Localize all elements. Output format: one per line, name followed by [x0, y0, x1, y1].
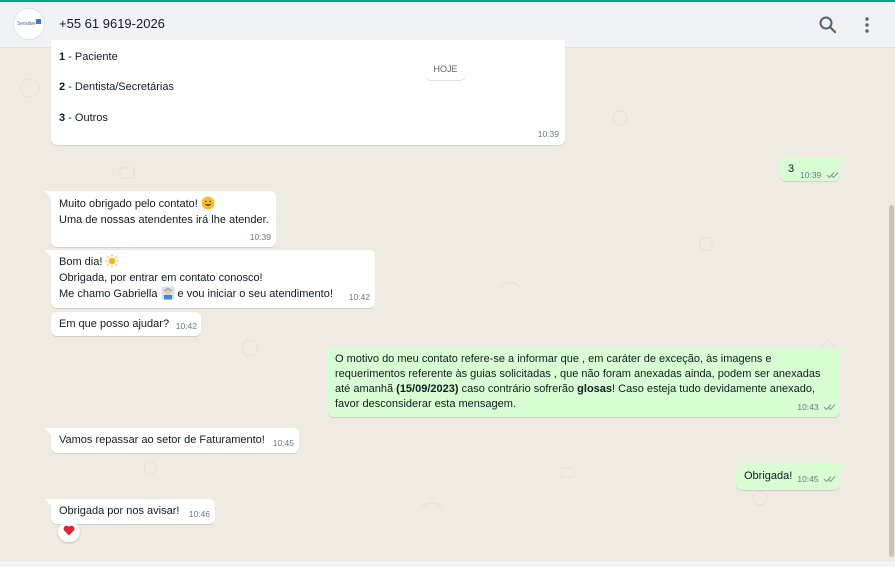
message-time: 10:45: [272, 438, 294, 448]
message-bubble-outgoing[interactable]: O motivo do meu contato refere-se a info…: [328, 347, 846, 417]
message-text: Obrigada por nos avisar!: [59, 505, 180, 517]
read-receipt-icon: [823, 404, 836, 411]
message-bubble-incoming[interactable]: Obrigada por nos avisar! 10:46: [45, 499, 215, 524]
message-reaction[interactable]: [58, 522, 80, 542]
message-time: 10:42: [175, 321, 197, 331]
message-text: Bom dia!: [59, 254, 119, 270]
message-text: Uma de nossas atendentes irá lhe atender…: [59, 214, 269, 226]
message-bubble-incoming[interactable]: Bom dia! Obrigada, por entrar em contato…: [45, 250, 375, 308]
message-time: 10:43: [797, 399, 836, 415]
message-text: Me chamo Gabriella e vou iniciar o seu a…: [59, 286, 333, 300]
message-text: Muito obrigado pelo contato!: [59, 196, 215, 212]
message-text: favor desconsiderar esta mensagem.: [335, 398, 516, 410]
message-bubble-outgoing[interactable]: 3 10:39: [780, 157, 846, 183]
search-icon[interactable]: [817, 14, 839, 36]
avatar-logo-mark: [36, 19, 41, 24]
message-time: 10:39: [537, 129, 559, 139]
message-text: Em que posso ajudar?: [59, 318, 170, 330]
avatar[interactable]: Sensitive: [13, 8, 45, 40]
message-text: 3: [788, 163, 795, 175]
menu-option-2: 2 - Dentista/Secretárias: [59, 81, 174, 93]
message-text: Obrigada, por entrar em contato conosco!: [59, 272, 263, 284]
message-text: Vamos repassar ao setor de Faturamento!: [59, 434, 265, 446]
red-heart-emoji: [63, 525, 75, 536]
message-time: 10:45: [797, 471, 836, 487]
message-text: até amanhã (15/09/2023) caso contrário s…: [335, 383, 816, 395]
message-bubble-outgoing[interactable]: Obrigada! 10:45: [736, 464, 846, 490]
message-bubble-menu[interactable]: 1 - Paciente 2 - Dentista/Secretárias 3 …: [51, 40, 565, 145]
message-time: 10:42: [348, 292, 370, 302]
message-time: 10:39: [249, 232, 271, 242]
sun-emoji: [105, 254, 119, 268]
message-bubble-incoming[interactable]: Em que posso ajudar? 10:42: [51, 312, 201, 336]
woman-technologist-emoji: [161, 286, 174, 300]
contact-name[interactable]: +55 61 9619-2026: [59, 16, 165, 31]
read-receipt-icon: [826, 172, 839, 179]
message-text: O motivo do meu contato refere-se a info…: [335, 353, 772, 365]
composer-bar-edge: [0, 561, 895, 567]
chat-scrollbar[interactable]: [889, 205, 894, 557]
menu-icon[interactable]: [856, 14, 878, 36]
read-receipt-icon: [823, 476, 836, 483]
grinning-face-emoji: [201, 196, 215, 210]
message-text: requerimentos referente às guias solicit…: [335, 368, 821, 380]
message-time: 10:39: [800, 167, 839, 183]
message-bubble-incoming[interactable]: Vamos repassar ao setor de Faturamento! …: [45, 428, 299, 453]
menu-option-1: 1 - Paciente: [59, 51, 118, 63]
menu-option-3: 3 - Outros: [59, 112, 108, 124]
avatar-logo-text: Sensitive: [17, 21, 36, 27]
message-text: Obrigada!: [744, 470, 793, 482]
day-separator: HOJE: [425, 59, 466, 80]
message-time: 10:46: [188, 509, 210, 519]
message-bubble-incoming[interactable]: Muito obrigado pelo contato! Uma de noss…: [45, 191, 276, 247]
